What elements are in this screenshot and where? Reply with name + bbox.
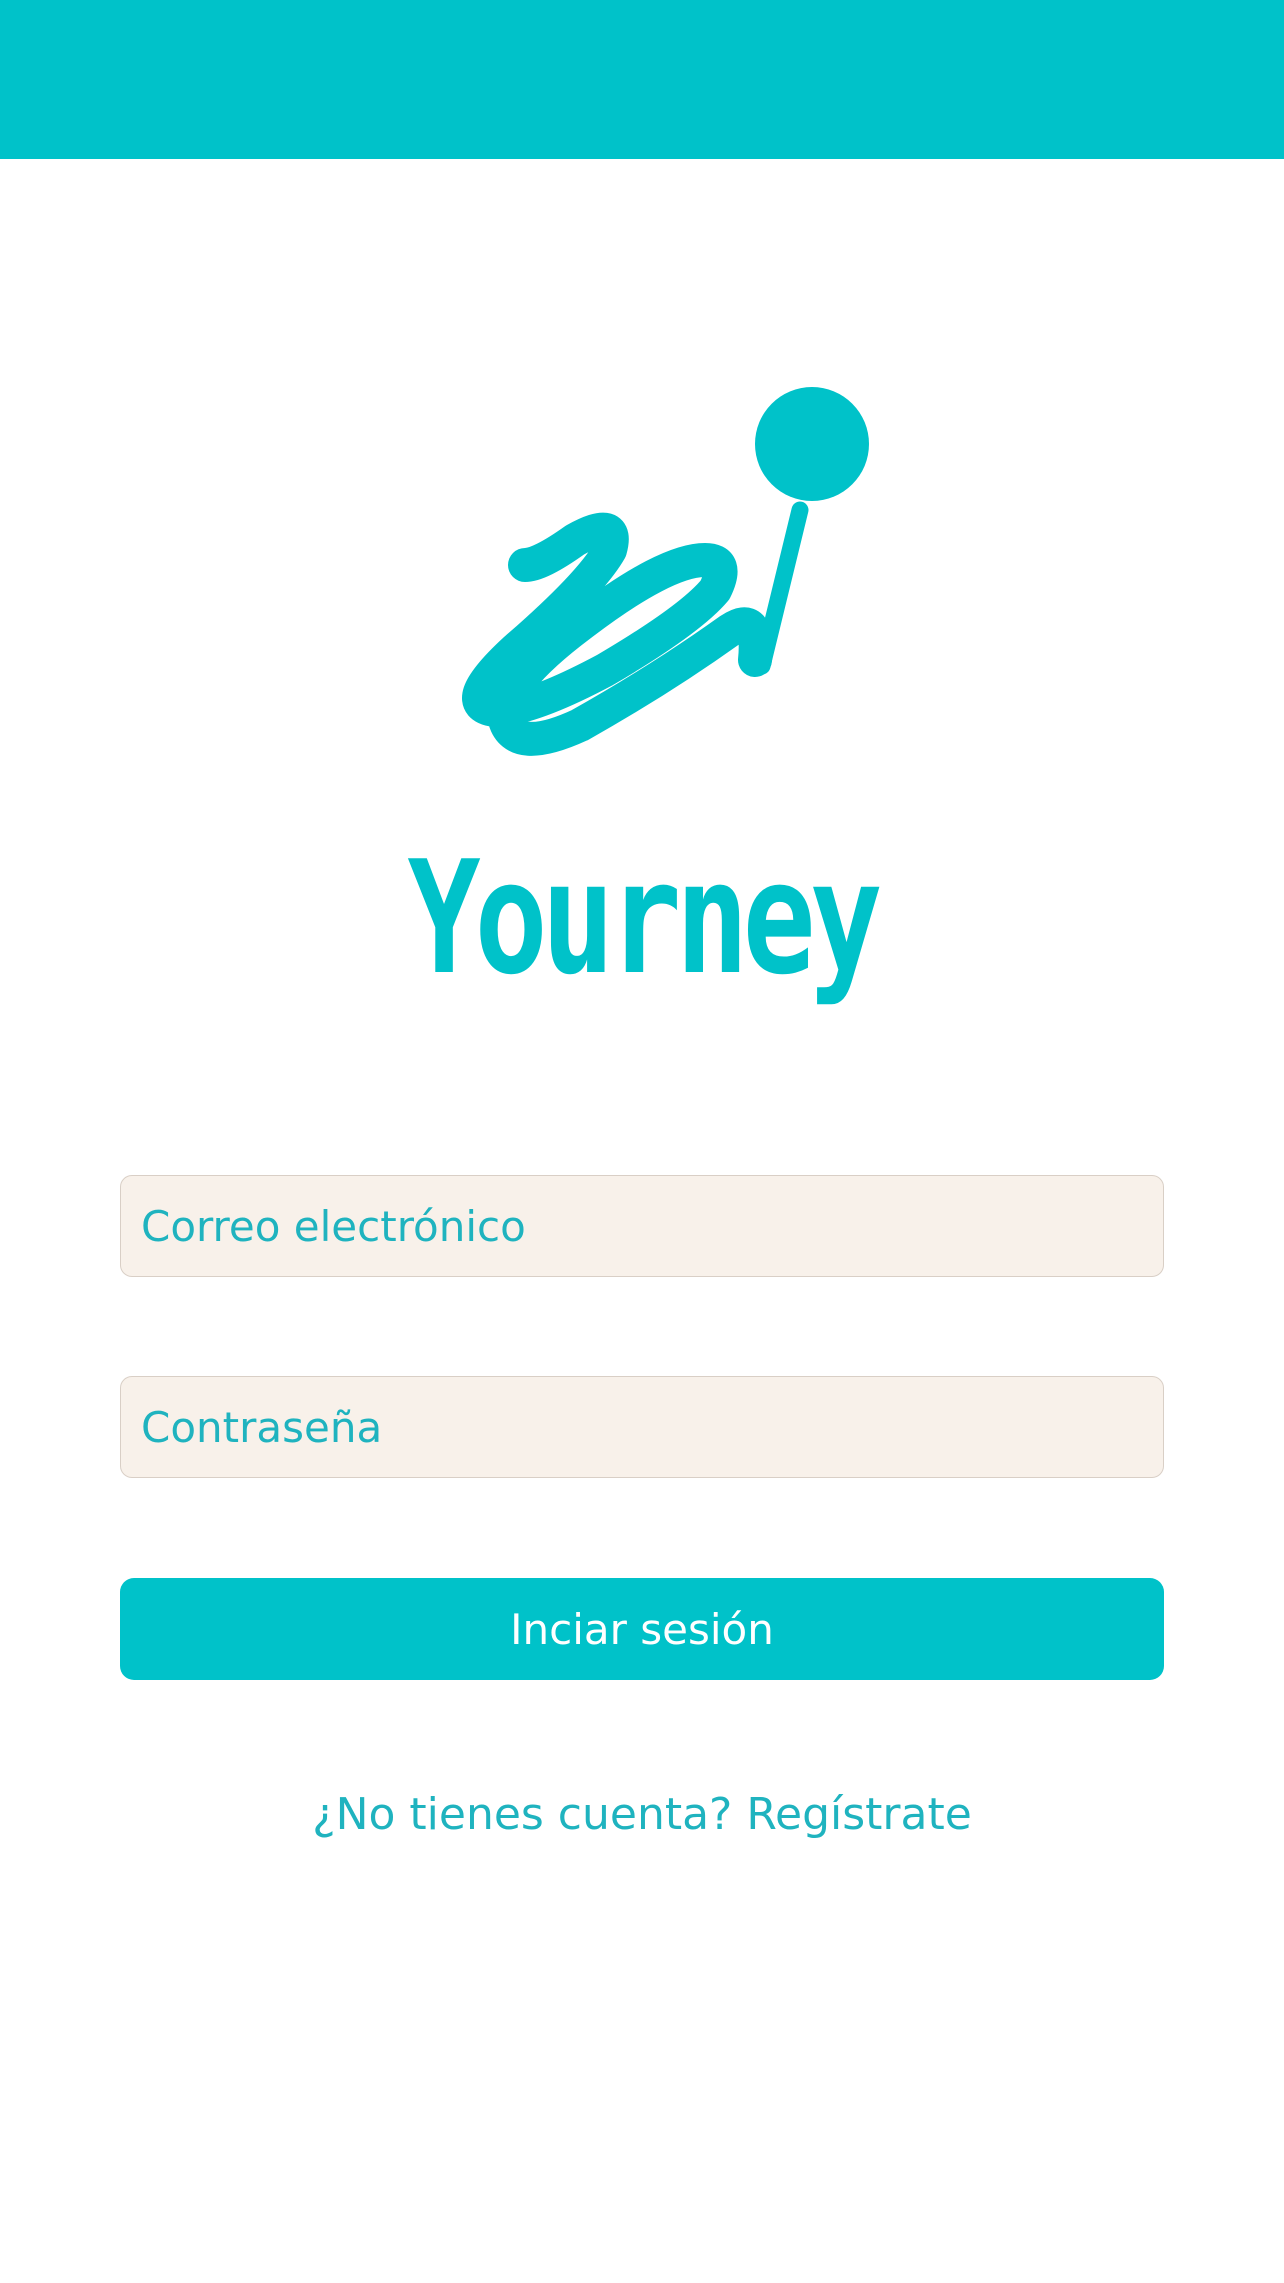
register-link[interactable]: ¿No tienes cuenta? Regístrate xyxy=(0,1785,1284,1845)
login-button[interactable]: Inciar sesión xyxy=(120,1578,1164,1680)
email-field-box[interactable] xyxy=(120,1175,1164,1277)
app-wordmark: Yourney xyxy=(407,827,882,1009)
login-screen: Yourney Inciar sesión ¿No tienes cuenta?… xyxy=(0,0,1284,2283)
top-app-bar xyxy=(0,0,1284,159)
password-field-box[interactable] xyxy=(120,1376,1164,1478)
email-input[interactable] xyxy=(121,1176,1163,1276)
password-input[interactable] xyxy=(121,1377,1163,1477)
journey-path-pin-icon xyxy=(462,387,869,756)
